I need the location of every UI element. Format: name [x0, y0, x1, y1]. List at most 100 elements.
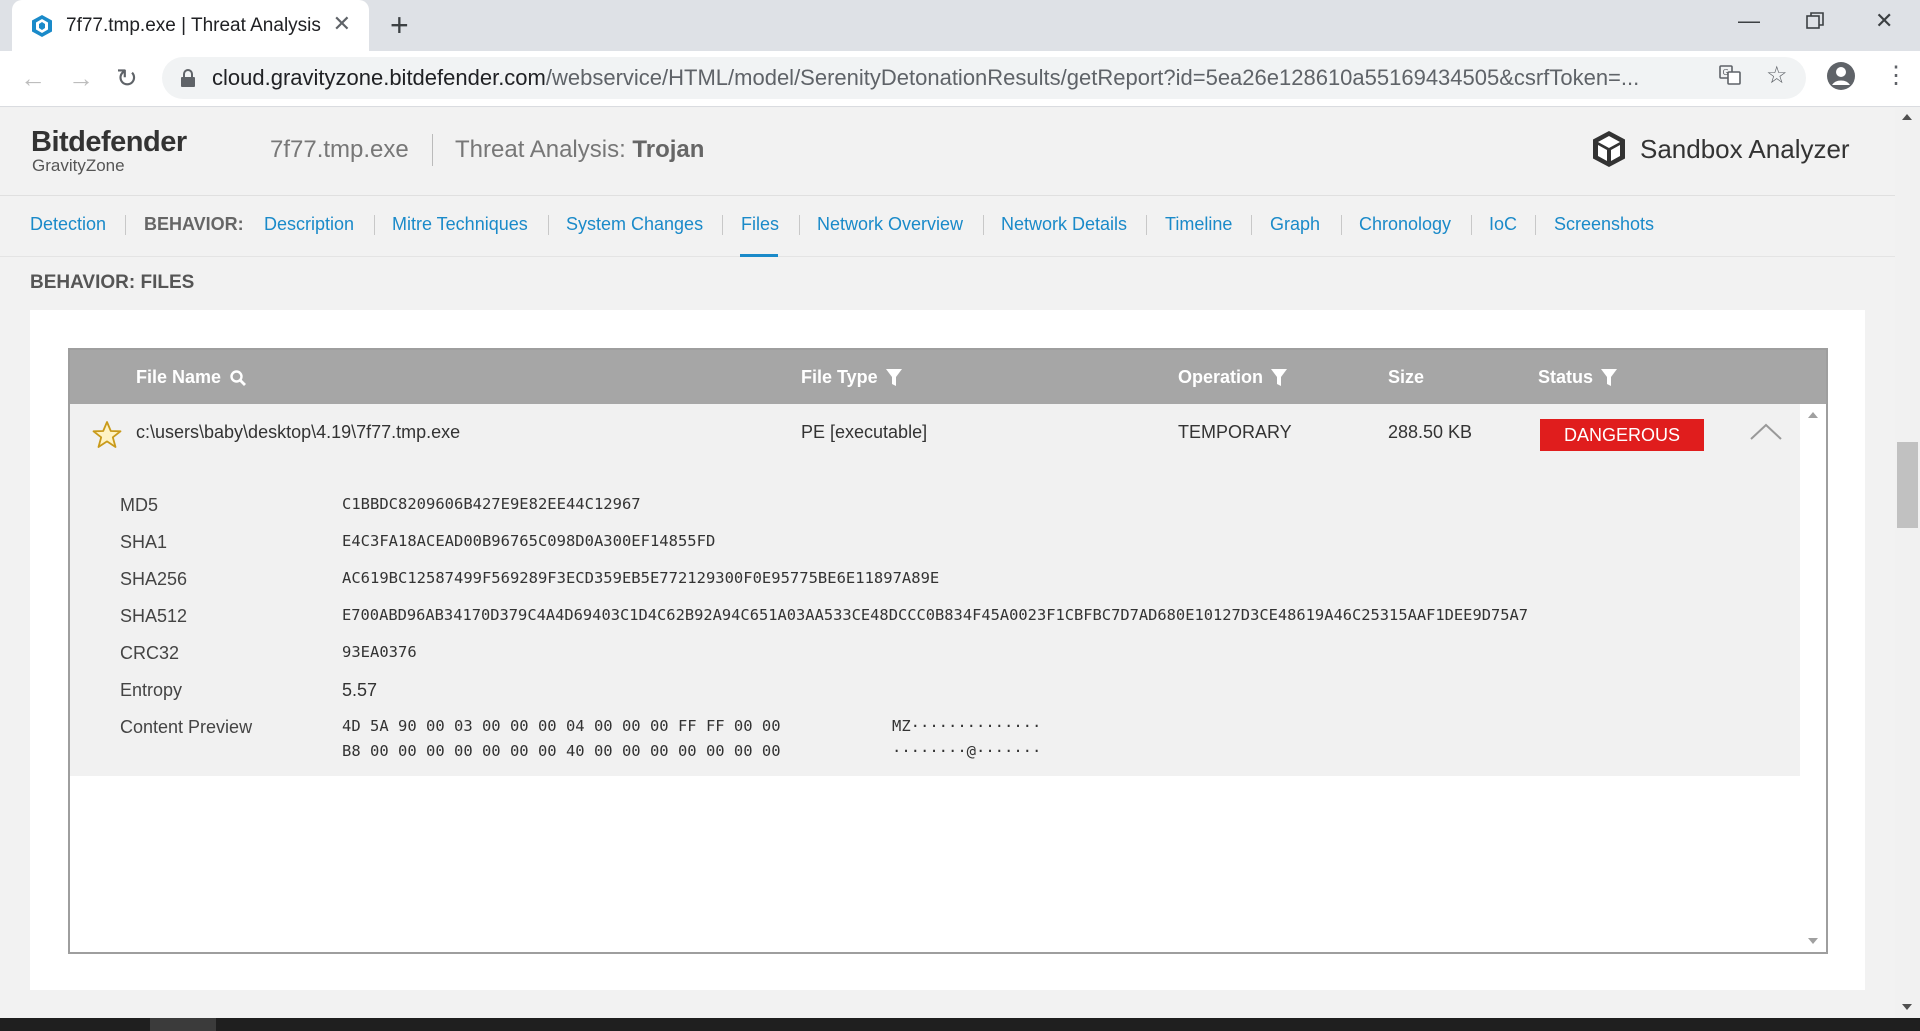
nav-timeline[interactable]: Timeline — [1165, 214, 1232, 235]
browser-tab[interactable]: 7f77.tmp.exe | Threat Analysis ✕ — [12, 0, 369, 51]
content-preview-label: Content Preview — [120, 717, 253, 737]
entropy-value: 5.57 — [342, 680, 378, 700]
size-cell: 288.50 KB — [1388, 422, 1473, 442]
page-scroll-thumb[interactable] — [1897, 442, 1918, 528]
nav-divider — [1146, 215, 1147, 235]
column-file-name[interactable]: File Name — [136, 367, 247, 388]
gravityzone-label: GravityZone — [32, 156, 125, 175]
collapse-chevron-up-icon[interactable] — [1750, 422, 1782, 440]
scroll-down-arrow-icon[interactable] — [1808, 938, 1818, 944]
crc32-value: 93EA0376 — [342, 643, 417, 661]
translate-icon[interactable]: G — [1718, 63, 1742, 92]
page-scrollbar[interactable] — [1895, 108, 1920, 1018]
nav-divider — [983, 215, 984, 235]
entropy-label: Entropy — [120, 680, 183, 700]
sha512-value: E700ABD96AB34170D379C4A4D69403C1D4C62B92… — [342, 606, 1529, 624]
page-scroll-down-icon[interactable] — [1902, 1004, 1912, 1010]
back-arrow-icon[interactable]: ← — [20, 64, 46, 92]
files-table: File Name File Type Operation Size Statu… — [68, 348, 1828, 954]
nav-graph[interactable]: Graph — [1270, 214, 1320, 235]
column-size[interactable]: Size — [1388, 367, 1424, 388]
bitdefender-favicon-icon — [32, 14, 52, 37]
new-tab-icon[interactable]: + — [390, 8, 409, 42]
search-icon[interactable] — [229, 369, 247, 387]
file-type-cell: PE [executable] — [801, 422, 928, 442]
nav-ioc[interactable]: IoC — [1489, 214, 1517, 235]
sha256-label: SHA256 — [120, 569, 188, 589]
nav-files[interactable]: Files — [741, 214, 779, 235]
hex-line-2: B8 00 00 00 00 00 00 00 40 00 00 00 00 0… — [342, 742, 781, 760]
crc32-label: CRC32 — [120, 643, 180, 663]
nav-screenshots[interactable]: Screenshots — [1554, 214, 1654, 235]
table-row[interactable]: c:\users\baby\desktop\4.19\7f77.tmp.exe … — [70, 404, 1800, 776]
files-panel: File Name File Type Operation Size Statu… — [30, 310, 1865, 990]
nav-chronology[interactable]: Chronology — [1359, 214, 1451, 235]
nav-description[interactable]: Description — [264, 214, 354, 235]
sha1-label: SHA1 — [120, 532, 168, 552]
section-title: BEHAVIOR: FILES — [30, 272, 195, 293]
nav-system-changes[interactable]: System Changes — [566, 214, 703, 235]
os-taskbar — [0, 1018, 1920, 1031]
restore-icon[interactable] — [1806, 10, 1824, 36]
column-file-type[interactable]: File Type — [801, 367, 902, 388]
header-divider — [432, 134, 433, 166]
sha512-label: SHA512 — [120, 606, 188, 626]
address-bar[interactable]: cloud.gravityzone.bitdefender.com/webser… — [162, 57, 1806, 99]
nav-divider — [125, 215, 126, 235]
close-window-icon[interactable]: ✕ — [1875, 8, 1893, 34]
nav-network-details[interactable]: Network Details — [1001, 214, 1127, 235]
nav-divider — [1471, 215, 1472, 235]
column-operation[interactable]: Operation — [1178, 367, 1288, 388]
nav-detection[interactable]: Detection — [30, 214, 106, 235]
threat-analysis-title: Threat Analysis: Trojan — [455, 136, 705, 163]
report-nav: Detection BEHAVIOR: Description Mitre Te… — [0, 196, 1895, 257]
tab-title: 7f77.tmp.exe | Threat Analysis — [66, 14, 321, 36]
nav-behavior-label: BEHAVIOR: — [144, 214, 244, 234]
lock-icon — [181, 69, 195, 87]
column-status[interactable]: Status — [1538, 367, 1618, 388]
nav-divider — [1535, 215, 1536, 235]
active-tab-indicator — [740, 254, 778, 257]
taskbar-item[interactable] — [150, 1018, 216, 1031]
svg-text:G: G — [1723, 68, 1729, 77]
filter-icon[interactable] — [1601, 368, 1618, 387]
md5-label: MD5 — [120, 495, 159, 515]
sandbox-cube-icon — [1593, 131, 1625, 167]
forward-arrow-icon[interactable]: → — [68, 64, 94, 92]
operation-cell: TEMPORARY — [1178, 422, 1292, 442]
ascii-line-2: ········@······· — [892, 742, 1042, 760]
reload-icon[interactable]: ↻ — [116, 64, 138, 92]
report-header: Bitdefender GravityZone 7f77.tmp.exe Thr… — [0, 108, 1895, 196]
sandbox-analyzer-brand: Sandbox Analyzer — [1592, 130, 1850, 168]
md5-value: C1BBDC8209606B427E9E82EE44C12967 — [342, 495, 641, 513]
nav-mitre-techniques[interactable]: Mitre Techniques — [392, 214, 528, 235]
nav-network-overview[interactable]: Network Overview — [817, 214, 963, 235]
ascii-line-1: MZ·············· — [892, 717, 1042, 735]
table-header: File Name File Type Operation Size Statu… — [70, 350, 1826, 404]
browser-toolbar: ← → ↻ cloud.gravityzone.bitdefender.com/… — [0, 51, 1920, 107]
nav-divider — [799, 215, 800, 235]
filter-icon[interactable] — [885, 368, 902, 387]
hex-line-1: 4D 5A 90 00 03 00 00 00 04 00 00 00 FF F… — [342, 717, 781, 735]
status-badge: DANGEROUS — [1540, 419, 1704, 451]
filter-icon[interactable] — [1271, 368, 1288, 387]
threat-name: Trojan — [632, 136, 705, 163]
table-scrollbar[interactable] — [1800, 404, 1826, 952]
sha256-value: AC619BC12587499F569289F3ECD359EB5E772129… — [342, 569, 940, 587]
bitdefender-logo: Bitdefender — [31, 126, 187, 158]
minimize-icon[interactable]: — — [1738, 8, 1760, 34]
menu-kebab-icon[interactable]: ⋮ — [1884, 61, 1908, 90]
analyzed-file-name: 7f77.tmp.exe — [270, 136, 409, 163]
nav-divider — [722, 215, 723, 235]
star-icon[interactable] — [92, 420, 122, 450]
bookmark-star-icon[interactable]: ☆ — [1766, 61, 1788, 90]
browser-tabstrip: 7f77.tmp.exe | Threat Analysis ✕ + — ✕ — [0, 0, 1920, 51]
nav-divider — [1251, 215, 1252, 235]
account-icon[interactable] — [1826, 61, 1856, 96]
scroll-up-arrow-icon[interactable] — [1808, 412, 1818, 418]
close-tab-icon[interactable]: ✕ — [333, 13, 351, 35]
url-text: cloud.gravityzone.bitdefender.com/webser… — [212, 65, 1640, 90]
page-scroll-up-icon[interactable] — [1902, 114, 1912, 120]
report-page: Bitdefender GravityZone 7f77.tmp.exe Thr… — [0, 108, 1895, 1018]
sha1-value: E4C3FA18ACEAD00B96765C098D0A300EF14855FD — [342, 532, 716, 550]
